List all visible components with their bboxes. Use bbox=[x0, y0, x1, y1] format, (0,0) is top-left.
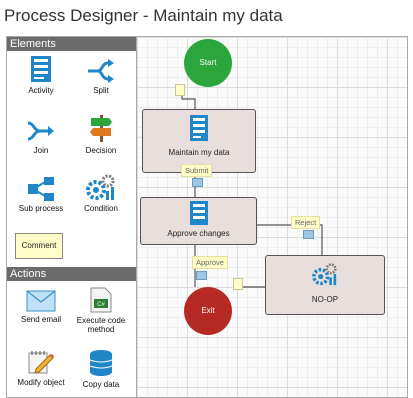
edge-label-submit[interactable]: Submit bbox=[181, 164, 213, 177]
tool-send-email-label: Send email bbox=[20, 315, 62, 324]
tool-modify-object[interactable]: Modify object bbox=[11, 349, 71, 387]
tool-split[interactable]: Split bbox=[71, 59, 131, 95]
tool-condition-label: Condition bbox=[84, 204, 118, 213]
code-file-icon: C# bbox=[90, 287, 112, 313]
tool-sub-process-label: Sub process bbox=[18, 204, 64, 213]
exit-label: Exit bbox=[201, 306, 215, 315]
start-label: Start bbox=[199, 58, 217, 67]
tool-activity-label: Activity bbox=[28, 86, 54, 95]
actions-header: Actions bbox=[7, 267, 137, 281]
decision-icon bbox=[90, 115, 112, 142]
tool-send-email[interactable]: Send email bbox=[11, 290, 71, 324]
tool-activity[interactable]: Activity bbox=[11, 55, 71, 95]
code-badge-text: C# bbox=[97, 302, 105, 308]
noop-connector-handle[interactable] bbox=[233, 278, 243, 290]
edge-approve-marker-icon bbox=[196, 271, 207, 280]
activity-icon bbox=[190, 115, 208, 141]
tool-copy-data-label: Copy data bbox=[82, 380, 120, 389]
elements-header: Elements bbox=[7, 37, 137, 51]
join-icon bbox=[27, 121, 54, 141]
exit-node[interactable]: Exit bbox=[184, 287, 232, 335]
tool-execute-code-label: Execute code method bbox=[76, 316, 126, 334]
envelope-icon bbox=[26, 290, 56, 312]
edge-submit-marker-icon bbox=[192, 178, 203, 187]
start-node[interactable]: Start bbox=[184, 39, 232, 87]
noop-node-label: NO-OP bbox=[311, 295, 339, 304]
tool-join-label: Join bbox=[33, 146, 49, 155]
tool-decision-label: Decision bbox=[85, 146, 117, 155]
split-icon bbox=[88, 59, 114, 83]
condition-icon bbox=[86, 174, 115, 200]
page-title: Process Designer - Maintain my data bbox=[4, 6, 283, 25]
edge-label-reject[interactable]: Reject bbox=[291, 216, 321, 229]
condition-node-noop[interactable]: NO-OP bbox=[265, 255, 385, 315]
tool-split-label: Split bbox=[93, 86, 109, 95]
edge-reject-marker-icon bbox=[303, 230, 314, 239]
edge-label-approve[interactable]: Approve bbox=[192, 256, 228, 269]
tool-copy-data[interactable]: Copy data bbox=[71, 349, 131, 389]
comment-button[interactable]: Comment bbox=[15, 233, 63, 259]
activity-icon bbox=[189, 201, 208, 225]
start-connector-handle[interactable] bbox=[175, 84, 185, 96]
tool-execute-code[interactable]: C# Execute code method bbox=[71, 287, 131, 334]
tool-sub-process[interactable]: Sub process bbox=[11, 177, 71, 213]
tool-join[interactable]: Join bbox=[11, 119, 71, 155]
database-icon bbox=[89, 350, 113, 376]
tool-modify-object-label: Modify object bbox=[17, 378, 65, 387]
approve-node-label: Approve changes bbox=[167, 229, 230, 238]
toolbox-panel: Elements Activity Split Join Decision Su… bbox=[6, 36, 138, 398]
tool-decision[interactable]: Decision bbox=[71, 113, 131, 155]
tool-condition[interactable]: Condition bbox=[71, 173, 131, 213]
diagram-canvas[interactable]: Start Maintain my data Submit Approve ch… bbox=[136, 36, 408, 398]
sub-process-icon bbox=[28, 177, 54, 201]
activity-node-approve[interactable]: Approve changes bbox=[140, 197, 257, 245]
maintain-node-label: Maintain my data bbox=[168, 148, 230, 157]
condition-icon bbox=[312, 263, 337, 286]
edit-object-icon bbox=[28, 351, 54, 374]
activity-icon bbox=[31, 56, 51, 82]
